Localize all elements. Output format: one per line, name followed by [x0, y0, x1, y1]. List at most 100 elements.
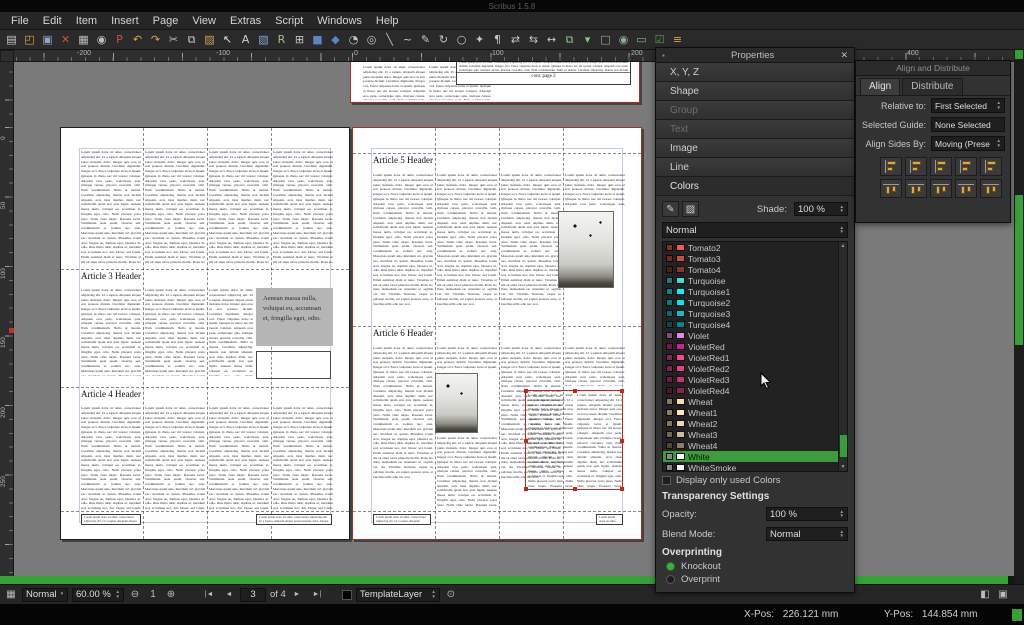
align-top-sides-icon[interactable]	[905, 179, 927, 198]
pull-quote-frame[interactable]: Aenean massa nulla, volutpat eu, accumsa…	[256, 288, 333, 346]
next-page-icon[interactable]: ►	[290, 588, 304, 602]
insert-line-icon[interactable]: ╲	[381, 31, 398, 48]
open-document-icon[interactable]: ◰	[21, 31, 38, 48]
color-list-item[interactable]: Wheat3	[663, 429, 847, 440]
save-document-icon[interactable]: ▣	[39, 31, 56, 48]
align-left-to-right-icon[interactable]	[980, 157, 1002, 176]
selection-handle[interactable]	[524, 439, 528, 443]
print-icon[interactable]: ▦	[75, 31, 92, 48]
last-page-icon[interactable]: ►|	[308, 588, 326, 602]
close-document-icon[interactable]: ✕	[57, 31, 74, 48]
properties-panel-titlebar[interactable]: ▪ Properties ✕	[656, 48, 854, 63]
align-bottom-to-top-icon[interactable]	[880, 179, 902, 198]
color-list-item[interactable]: VioletRed3	[663, 374, 847, 385]
pdf-text-field-icon[interactable]: ▭	[633, 31, 650, 48]
export-pdf-icon[interactable]: P	[111, 31, 128, 48]
opacity-input[interactable]: 100 % ▲▼	[766, 507, 848, 521]
color-list-item[interactable]: Turquoise	[663, 275, 847, 286]
select-item-icon[interactable]: ↖	[219, 31, 236, 48]
color-list-item[interactable]: Tomato2	[663, 242, 847, 253]
unlink-text-frames-icon[interactable]: ⇆	[525, 31, 542, 48]
first-page-icon[interactable]: |◄	[200, 588, 218, 602]
copy-properties-icon[interactable]: ⧉	[561, 31, 578, 48]
selected-text-frame[interactable]: Lorem ipsum dolor sit amet, consectetuer…	[525, 390, 623, 490]
ruler-origin-box[interactable]	[0, 50, 14, 62]
align-panel-titlebar[interactable]: Align and Distribute	[856, 61, 1010, 76]
color-list-item[interactable]: Turquoise3	[663, 308, 847, 319]
redo-icon[interactable]: ↷	[147, 31, 164, 48]
selection-handle[interactable]	[620, 389, 624, 393]
knockout-radio[interactable]	[666, 562, 675, 571]
insert-table-icon[interactable]: ⊞	[291, 31, 308, 48]
continuation-table[interactable]: Lorem ipsum dolor sit amet, consectetuer…	[456, 62, 631, 85]
scroll-down-icon[interactable]: ▼	[841, 464, 846, 470]
insert-arc-icon[interactable]: ◔	[345, 31, 362, 48]
insert-bezier-icon[interactable]: ~	[399, 31, 416, 48]
overprint-radio[interactable]	[666, 575, 675, 584]
display-used-colors-checkbox[interactable]	[662, 476, 671, 485]
scroll-up-icon[interactable]: ▲	[841, 243, 846, 249]
preview-quality-select[interactable]: Normal ▼	[22, 588, 68, 602]
link-text-frames-icon[interactable]: ⇄	[507, 31, 524, 48]
color-list-item[interactable]: Wheat	[663, 396, 847, 407]
tab-distribute[interactable]: Distribute	[902, 78, 962, 95]
vertical-scrollbar-top[interactable]	[1015, 50, 1023, 59]
layer-select[interactable]: TemplateLayer ▲▼	[356, 588, 440, 602]
color-list-item[interactable]: Turquoise2	[663, 297, 847, 308]
menu-page[interactable]: Page	[146, 14, 186, 28]
rotate-item-icon[interactable]: ↻	[435, 31, 452, 48]
edit-line-color-icon[interactable]: ✎	[662, 201, 679, 217]
page-4-current[interactable]: Article 5 Header Lorem ipsum dolor sit a…	[352, 127, 642, 540]
color-list-item[interactable]: VioletRed	[663, 341, 847, 352]
spinner-arrows-icon[interactable]: ▲▼	[837, 205, 844, 214]
zoom-input[interactable]: 60.00 % ▲▼	[72, 588, 124, 602]
footer-box[interactable]: Lorem ipsum dolor sit amet, consectetuer…	[256, 514, 332, 525]
color-management-icon[interactable]: ◧	[978, 588, 992, 602]
footer-box[interactable]: Lorem ipsum dolor sit amet, consectetuer…	[373, 514, 431, 525]
color-list-scrollbar[interactable]: ▲ ▼	[838, 242, 847, 471]
menu-insert[interactable]: Insert	[104, 14, 146, 28]
footer-box[interactable]: Lorem ipsum dolor sit amet, consectetuer…	[81, 514, 141, 525]
insert-spiral-icon[interactable]: ◎	[363, 31, 380, 48]
spinner-arrows-icon[interactable]: ▲▼	[837, 226, 844, 235]
page-2-partial[interactable]: Lorem ipsum dolor sit amet, consectetuer…	[350, 62, 640, 103]
section-image[interactable]: Image	[656, 139, 854, 158]
align-left-sides-icon[interactable]	[905, 157, 927, 176]
print-preview-icon[interactable]: ◉	[93, 31, 110, 48]
blend-mode-select[interactable]: Normal ▲▼	[766, 527, 848, 541]
previous-page-icon[interactable]: ◄	[222, 588, 236, 602]
menu-item[interactable]: Item	[69, 14, 104, 28]
color-list-item[interactable]: Turquoise1	[663, 286, 847, 297]
menu-file[interactable]: File	[4, 14, 36, 28]
color-list-item[interactable]: WhiteSmoke	[663, 462, 847, 472]
align-sides-by-select[interactable]: Moving (Prese ▲▼	[931, 136, 1005, 151]
spinner-arrows-icon[interactable]: ▲▼	[837, 510, 844, 519]
align-top-to-bottom-icon[interactable]	[980, 179, 1002, 198]
fill-type-select[interactable]: Normal ▲▼	[662, 222, 848, 238]
zoom-100-icon[interactable]: 1	[146, 588, 160, 602]
measurements-icon[interactable]: ↔	[543, 31, 560, 48]
relative-to-select[interactable]: First Selected ▲▼	[931, 98, 1005, 113]
paste-icon[interactable]: ▨	[201, 31, 218, 48]
insert-shape-icon[interactable]: ■	[309, 31, 326, 48]
color-list-item[interactable]: VioletRed4	[663, 385, 847, 396]
menu-script[interactable]: Script	[268, 14, 310, 28]
color-list-item[interactable]: Turquoise4	[663, 319, 847, 330]
pdf-push-button-icon[interactable]: □	[597, 31, 614, 48]
color-list-scrollbar-thumb[interactable]	[840, 435, 847, 457]
insert-image-frame-icon[interactable]: ▧	[255, 31, 272, 48]
close-icon[interactable]: ✕	[838, 50, 850, 61]
zoom-out-icon[interactable]: ⊖	[128, 588, 142, 602]
spinner-arrows-icon[interactable]: ▲▼	[994, 101, 1001, 110]
menu-help[interactable]: Help	[369, 14, 406, 28]
footer-box[interactable]: Lorem ipsum dolor sit amet, consectetuer…	[596, 514, 623, 525]
align-right-to-left-icon[interactable]	[880, 157, 902, 176]
layer-visibility-eye-icon[interactable]: ⊙	[444, 588, 458, 602]
section-colors[interactable]: Colors	[656, 177, 854, 196]
spinner-arrows-icon[interactable]: ▲▼	[113, 590, 120, 599]
zoom-in-icon[interactable]: ⊕	[164, 588, 178, 602]
pdf-combo-box-icon[interactable]: ≡	[669, 31, 686, 48]
zoom-icon[interactable]: ○	[453, 31, 470, 48]
cut-icon[interactable]: ✂	[165, 31, 182, 48]
section-group[interactable]: Group	[656, 101, 854, 120]
